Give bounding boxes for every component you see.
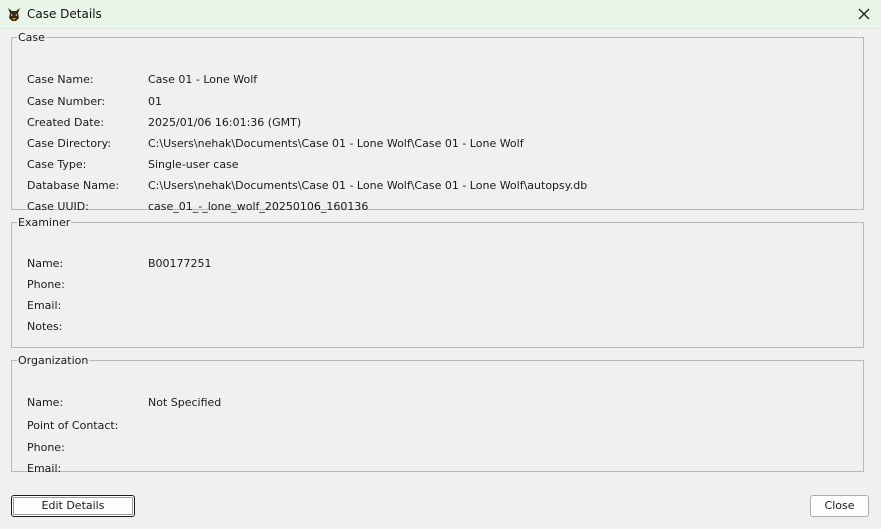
close-button[interactable]: Close xyxy=(810,495,869,517)
org-name-label: Name: xyxy=(27,396,64,409)
autopsy-dog-icon xyxy=(8,8,20,21)
close-icon[interactable] xyxy=(853,3,875,25)
examiner-email-label: Email: xyxy=(27,299,62,312)
case-number-label: Case Number: xyxy=(27,95,106,108)
case-legend: Case xyxy=(18,31,45,44)
org-contact-label: Point of Contact: xyxy=(27,419,119,432)
database-name-value: C:\Users\nehak\Documents\Case 01 - Lone … xyxy=(148,179,588,192)
created-date-label: Created Date: xyxy=(27,116,105,129)
edit-details-button[interactable]: Edit Details xyxy=(11,495,135,517)
examiner-name-label: Name: xyxy=(27,257,64,270)
org-phone-label: Phone: xyxy=(27,441,65,454)
case-directory-label: Case Directory: xyxy=(27,137,112,150)
examiner-legend: Examiner xyxy=(18,216,71,229)
title-bar: Case Details xyxy=(0,0,881,29)
examiner-group: Examiner Name: B00177251 Phone: Email: N… xyxy=(11,216,864,348)
case-name-value: Case 01 - Lone Wolf xyxy=(148,73,258,86)
organization-legend: Organization xyxy=(18,354,89,367)
org-name-value: Not Specified xyxy=(148,396,222,409)
case-uuid-value: case_01_-_lone_wolf_20250106_160136 xyxy=(148,200,369,213)
org-email-label: Email: xyxy=(27,462,62,475)
examiner-notes-label: Notes: xyxy=(27,320,63,333)
case-directory-value: C:\Users\nehak\Documents\Case 01 - Lone … xyxy=(148,137,524,150)
organization-group: Organization Name: Not Specified Point o… xyxy=(11,354,864,475)
case-name-label: Case Name: xyxy=(27,73,94,86)
examiner-phone-label: Phone: xyxy=(27,278,65,291)
database-name-label: Database Name: xyxy=(27,179,120,192)
case-type-label: Case Type: xyxy=(27,158,87,171)
examiner-name-value: B00177251 xyxy=(148,257,212,270)
case-uuid-label: Case UUID: xyxy=(27,200,89,213)
window-title: Case Details xyxy=(27,7,102,21)
case-type-value: Single-user case xyxy=(148,158,239,171)
case-group: Case Case Name: Case 01 - Lone Wolf Case… xyxy=(11,31,864,213)
case-number-value: 01 xyxy=(148,95,162,108)
created-date-value: 2025/01/06 16:01:36 (GMT) xyxy=(148,116,302,129)
